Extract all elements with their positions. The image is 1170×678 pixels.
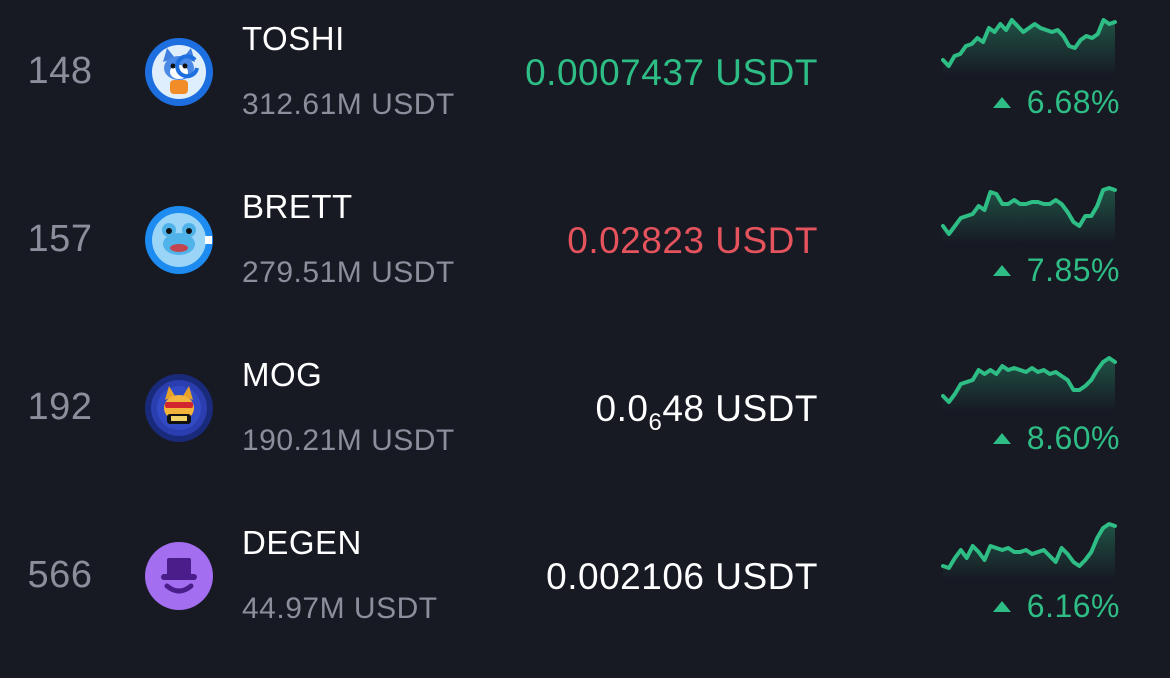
coin-volume: 312.61M USDT (242, 88, 455, 121)
sparkline-area (943, 358, 1115, 412)
price-change: 7.85% (992, 252, 1120, 289)
coin-symbol: DEGEN (242, 524, 362, 561)
coin-price: 0.02823 USDT (567, 220, 818, 261)
toshi-cat-icon (145, 38, 213, 106)
change-value: 7.85% (1026, 252, 1120, 288)
change-value: 8.60% (1026, 420, 1120, 456)
coin-symbol: MOG (242, 356, 323, 393)
sparkline-svg (941, 356, 1117, 412)
coin-row-toshi[interactable]: 148 TOSHI 312.61M USDT 0.0007437 USDT 6.… (0, 0, 1170, 168)
coin-row-mog[interactable]: 192 MOG 190.21M USDT 0.0648 USDT 8.60% (0, 336, 1170, 504)
coin-volume: 279.51M USDT (242, 256, 455, 289)
sparkline-chart (940, 182, 1118, 244)
coin-list: 148 TOSHI 312.61M USDT 0.0007437 USDT 6.… (0, 0, 1170, 678)
price-zero-count: 6 (648, 409, 663, 436)
price-change: 6.16% (992, 588, 1120, 625)
coin-row-brett[interactable]: 157 BRETT 279.51M USDT 0.02823 USDT 7.85… (0, 168, 1170, 336)
coin-symbol: TOSHI (242, 20, 345, 57)
rank-number: 566 (27, 554, 93, 596)
brett-frog-icon (145, 206, 213, 274)
coin-volume: 44.97M USDT (242, 592, 438, 625)
sparkline-svg (941, 18, 1117, 76)
coin-price: 0.002106 USDT (546, 556, 818, 597)
price-lead: 0.0 (595, 388, 649, 429)
up-triangle-icon (992, 601, 1011, 612)
sparkline-svg (941, 186, 1117, 244)
up-triangle-icon (992, 433, 1011, 444)
coin-row-degen[interactable]: 566 DEGEN 44.97M USDT 0.002106 USDT 6.16… (0, 504, 1170, 672)
rank-number: 157 (27, 218, 93, 260)
coin-volume: 190.21M USDT (242, 424, 455, 457)
rank-number: 192 (27, 386, 93, 428)
change-value: 6.68% (1026, 84, 1120, 120)
up-triangle-icon (992, 265, 1011, 276)
price-tail: 48 USDT (662, 388, 818, 429)
price-change: 6.68% (992, 84, 1120, 121)
degen-hat-icon (145, 542, 213, 610)
sparkline-chart (940, 14, 1118, 76)
coin-price: 0.0648 USDT (596, 388, 818, 437)
price-change: 8.60% (992, 420, 1120, 457)
change-value: 6.16% (1026, 588, 1120, 624)
sparkline-chart (940, 518, 1118, 580)
coin-symbol: BRETT (242, 188, 353, 225)
rank-number: 148 (27, 50, 93, 92)
sparkline-chart (940, 350, 1118, 412)
coin-price: 0.0007437 USDT (525, 52, 818, 93)
up-triangle-icon (992, 97, 1011, 108)
mog-cat-icon (145, 374, 213, 442)
sparkline-svg (941, 522, 1117, 580)
